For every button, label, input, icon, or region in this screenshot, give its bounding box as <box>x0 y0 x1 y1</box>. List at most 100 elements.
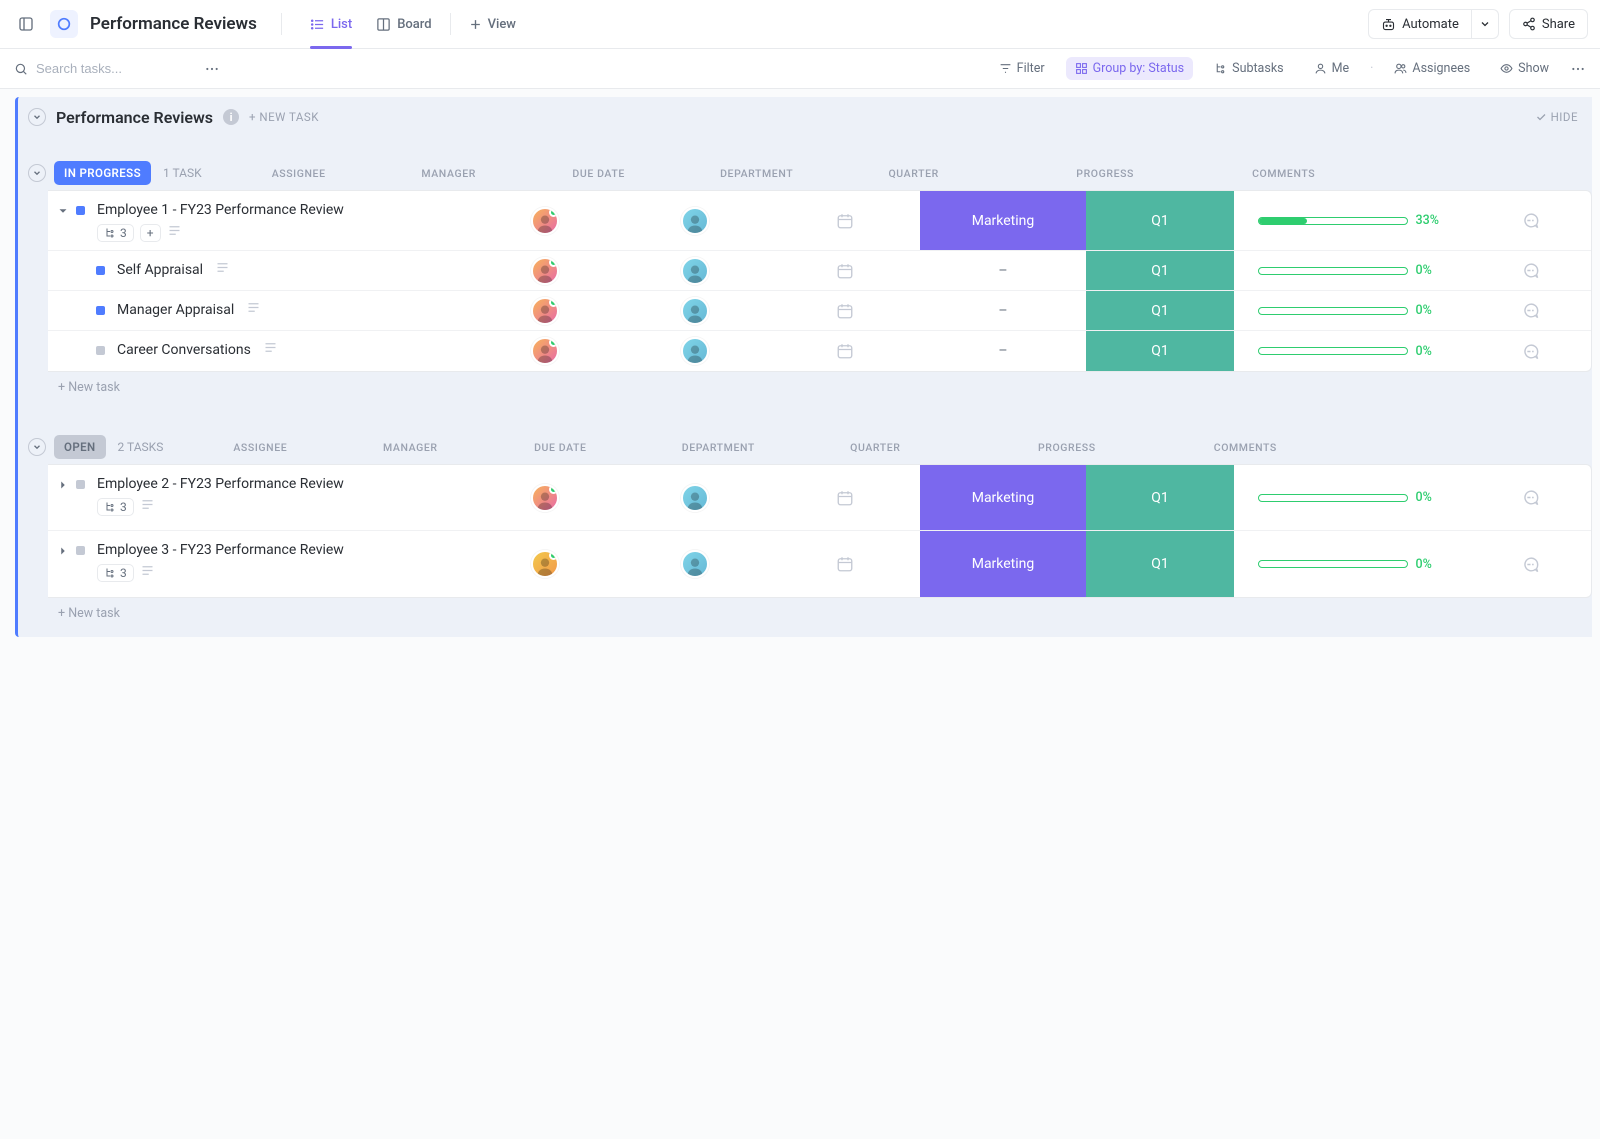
quarter-cell[interactable]: Q1 <box>1086 251 1234 290</box>
due-cell[interactable] <box>770 291 920 330</box>
collapse-group-button[interactable] <box>28 438 46 456</box>
avatar[interactable] <box>681 297 709 325</box>
caret-icon[interactable] <box>56 544 70 558</box>
me-button[interactable]: Me <box>1305 57 1359 80</box>
comment-cell[interactable] <box>1469 251 1591 290</box>
manager-cell[interactable] <box>620 331 770 371</box>
progress-cell[interactable]: 0% <box>1234 251 1469 290</box>
col-manager[interactable]: MANAGER <box>374 167 524 180</box>
assignee-cell[interactable] <box>470 291 620 330</box>
progress-cell[interactable]: 33% <box>1234 191 1469 250</box>
manager-cell[interactable] <box>620 531 770 597</box>
description-icon-btn[interactable] <box>140 564 155 582</box>
dept-cell[interactable]: Marketing <box>920 465 1086 530</box>
dept-cell[interactable]: Marketing <box>920 531 1086 597</box>
avatar[interactable] <box>681 337 709 365</box>
comment-cell[interactable] <box>1469 465 1591 530</box>
col-comments[interactable]: COMMENTS <box>1223 167 1345 180</box>
task-name[interactable]: Employee 1 - FY23 Performance Review <box>97 201 344 219</box>
caret-icon[interactable] <box>56 204 70 218</box>
share-button[interactable]: Share <box>1509 9 1588 39</box>
avatar[interactable] <box>681 207 709 235</box>
avatar[interactable] <box>681 257 709 285</box>
description-icon-btn[interactable] <box>263 341 278 359</box>
description-icon-btn[interactable] <box>215 261 230 279</box>
quarter-cell[interactable]: Q1 <box>1086 531 1234 597</box>
tab-add-view[interactable]: View <box>457 0 528 49</box>
due-cell[interactable] <box>770 251 920 290</box>
task-name[interactable]: Employee 3 - FY23 Performance Review <box>97 541 344 559</box>
collapse-group-button[interactable] <box>28 164 46 182</box>
avatar[interactable] <box>681 550 709 578</box>
subtask-count-chip[interactable]: 3 <box>97 498 134 516</box>
dept-cell[interactable]: – <box>920 331 1086 371</box>
dept-cell[interactable]: Marketing <box>920 191 1086 250</box>
avatar[interactable] <box>531 257 559 285</box>
quarter-cell[interactable]: Q1 <box>1086 191 1234 250</box>
task-name[interactable]: Employee 2 - FY23 Performance Review <box>97 475 344 493</box>
status-square[interactable] <box>96 306 105 315</box>
col-due[interactable]: DUE DATE <box>524 167 674 180</box>
dept-cell[interactable]: – <box>920 291 1086 330</box>
task-row[interactable]: Career Conversations –Q10% <box>48 331 1591 371</box>
task-name[interactable]: Career Conversations <box>117 341 251 359</box>
status-badge[interactable]: IN PROGRESS <box>54 161 151 185</box>
dept-cell[interactable]: – <box>920 251 1086 290</box>
avatar[interactable] <box>681 484 709 512</box>
filter-button[interactable]: Filter <box>990 57 1054 80</box>
assignee-cell[interactable] <box>470 331 620 371</box>
subtask-count-chip[interactable]: 3 <box>97 564 134 582</box>
due-cell[interactable] <box>770 465 920 530</box>
quarter-cell[interactable]: Q1 <box>1086 465 1234 530</box>
show-button[interactable]: Show <box>1491 57 1558 80</box>
status-square[interactable] <box>76 206 85 215</box>
description-icon-btn[interactable] <box>246 301 261 319</box>
description-icon-btn[interactable] <box>140 498 155 516</box>
col-manager[interactable]: MANAGER <box>335 441 485 454</box>
assignee-cell[interactable] <box>470 531 620 597</box>
progress-cell[interactable]: 0% <box>1234 465 1469 530</box>
status-square[interactable] <box>96 266 105 275</box>
automate-button[interactable]: Automate <box>1368 9 1472 39</box>
quarter-cell[interactable]: Q1 <box>1086 291 1234 330</box>
manager-cell[interactable] <box>620 251 770 290</box>
task-row[interactable]: Employee 3 - FY23 Performance Review 3 Mar… <box>48 531 1591 597</box>
sidebar-toggle-icon[interactable] <box>12 10 40 38</box>
progress-cell[interactable]: 0% <box>1234 331 1469 371</box>
task-name[interactable]: Manager Appraisal <box>117 301 234 319</box>
col-assignee[interactable]: ASSIGNEE <box>224 167 374 180</box>
col-due[interactable]: DUE DATE <box>485 441 635 454</box>
quarter-cell[interactable]: Q1 <box>1086 331 1234 371</box>
manager-cell[interactable] <box>620 291 770 330</box>
comment-cell[interactable] <box>1469 531 1591 597</box>
col-comments[interactable]: COMMENTS <box>1184 441 1306 454</box>
comment-cell[interactable] <box>1469 291 1591 330</box>
status-badge[interactable]: OPEN <box>54 435 106 459</box>
more-icon[interactable] <box>1570 61 1586 77</box>
info-icon[interactable]: i <box>223 109 239 125</box>
col-quarter[interactable]: QUARTER <box>840 167 988 180</box>
avatar[interactable] <box>531 337 559 365</box>
due-cell[interactable] <box>770 191 920 250</box>
tab-list[interactable]: List <box>298 0 364 49</box>
col-quarter[interactable]: QUARTER <box>801 441 949 454</box>
assignees-button[interactable]: Assignees <box>1385 57 1479 80</box>
list-icon[interactable] <box>50 10 78 38</box>
new-task-row[interactable]: + New task <box>18 372 1592 405</box>
description-icon-btn[interactable] <box>167 224 182 242</box>
due-cell[interactable] <box>770 331 920 371</box>
task-row[interactable]: Employee 1 - FY23 Performance Review3+Ma… <box>48 191 1591 251</box>
col-assignee[interactable]: ASSIGNEE <box>185 441 335 454</box>
avatar[interactable] <box>531 550 559 578</box>
search-input[interactable] <box>36 61 176 76</box>
comment-cell[interactable] <box>1469 331 1591 371</box>
assignee-cell[interactable] <box>470 465 620 530</box>
avatar[interactable] <box>531 297 559 325</box>
tab-board[interactable]: Board <box>364 0 443 49</box>
status-square[interactable] <box>76 546 85 555</box>
assignee-cell[interactable] <box>470 191 620 250</box>
progress-cell[interactable]: 0% <box>1234 531 1469 597</box>
more-icon[interactable] <box>204 61 220 77</box>
groupby-button[interactable]: Group by: Status <box>1066 57 1194 80</box>
task-row[interactable]: Self Appraisal–Q10% <box>48 251 1591 291</box>
